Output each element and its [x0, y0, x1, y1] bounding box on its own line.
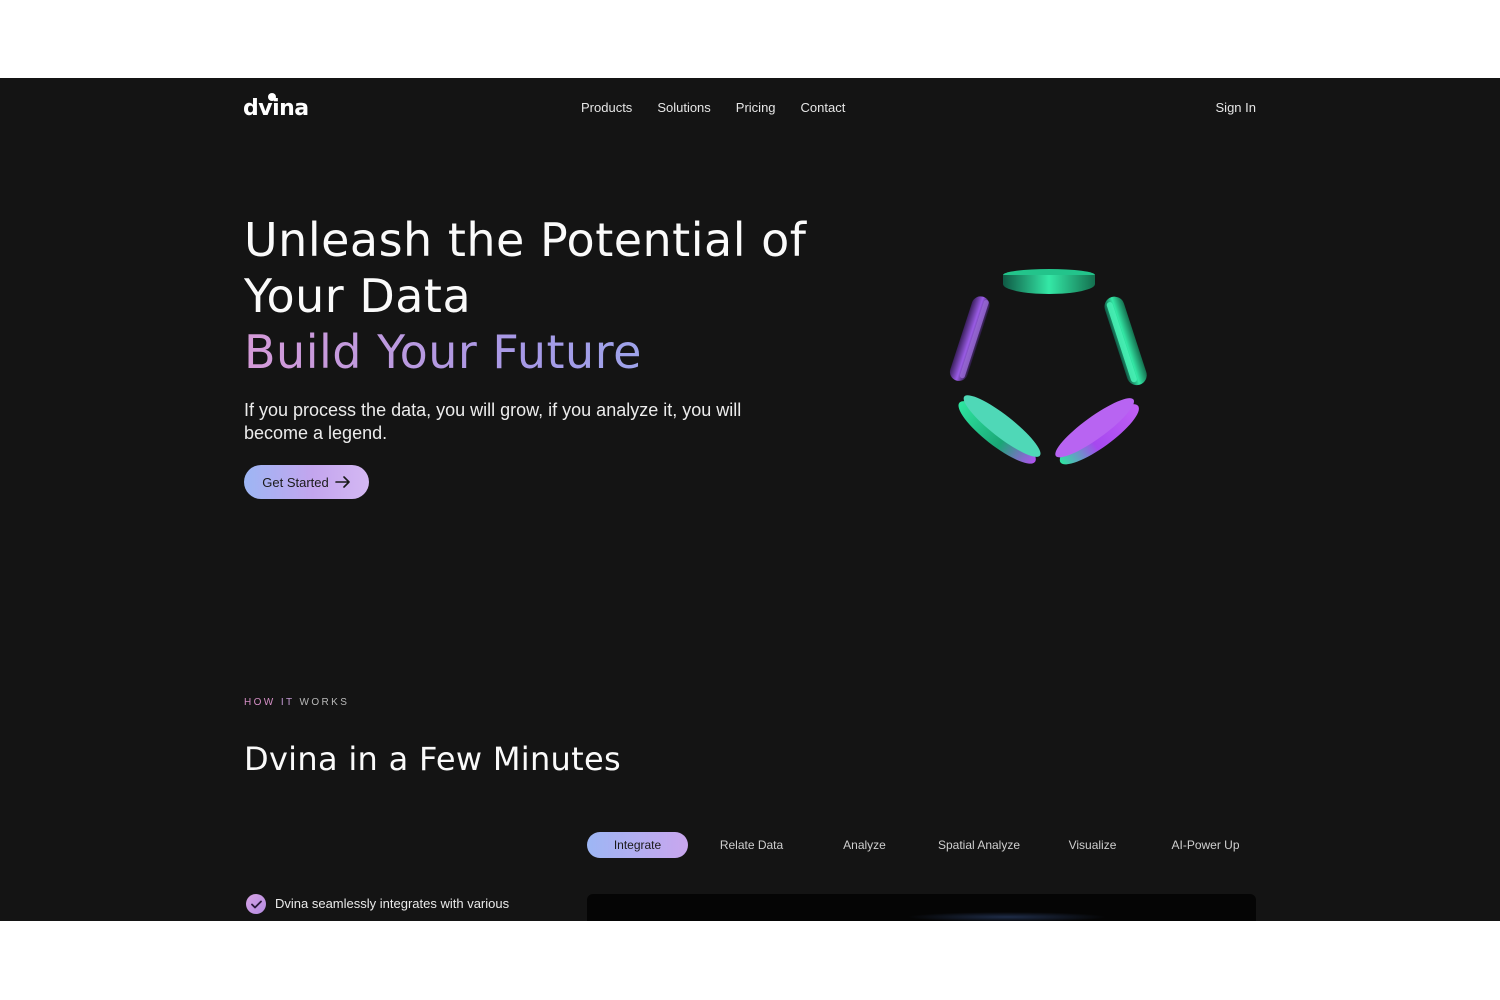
feature-item: Dvina seamlessly integrates with various — [246, 894, 545, 914]
section-title: Dvina in a Few Minutes — [244, 740, 621, 778]
sign-in-link[interactable]: Sign In — [1216, 100, 1256, 115]
eyebrow-word-works: WORKS — [299, 697, 350, 708]
hero-title-line-1: Unleash the Potential of — [244, 213, 807, 267]
ring-top — [1003, 269, 1095, 294]
get-started-label: Get Started — [262, 474, 329, 490]
tab-integrate[interactable]: Integrate — [587, 832, 688, 858]
tab-analyze[interactable]: Analyze — [814, 832, 915, 858]
nav-solutions[interactable]: Solutions — [657, 100, 710, 115]
ring-left — [949, 296, 990, 381]
ring-bottom-left — [958, 395, 1041, 464]
check-icon — [246, 894, 266, 914]
feature-text: Dvina seamlessly integrates with various — [275, 896, 510, 911]
main-nav: Products Solutions Pricing Contact — [581, 100, 845, 115]
arrow-right-icon — [334, 476, 350, 488]
bottom-margin — [0, 921, 1500, 1000]
hero-rings-illustration — [949, 269, 1147, 465]
nav-contact[interactable]: Contact — [801, 100, 846, 115]
tab-ai-power-up[interactable]: AI-Power Up — [1155, 832, 1256, 858]
logo[interactable]: dvina — [243, 96, 309, 121]
eyebrow-word-it: IT — [280, 697, 295, 708]
hero-subtitle: If you process the data, you will grow, … — [244, 400, 742, 443]
get-started-button[interactable]: Get Started — [244, 465, 369, 499]
tab-spatial-analyze[interactable]: Spatial Analyze — [924, 832, 1034, 858]
ring-bottom-right — [1055, 398, 1139, 465]
page-frame — [0, 78, 1500, 921]
how-it-works-eyebrow: HOW IT WORKS — [244, 697, 349, 708]
hero-title-accent: Build Your Future — [244, 324, 864, 380]
feature-tabs: Integrate Relate Data Analyze Spatial An… — [587, 832, 1257, 858]
nav-products[interactable]: Products — [581, 100, 632, 115]
nav-pricing[interactable]: Pricing — [736, 100, 776, 115]
tab-visualize[interactable]: Visualize — [1042, 832, 1143, 858]
tab-relate-data[interactable]: Relate Data — [701, 832, 802, 858]
ring-right — [1104, 296, 1147, 386]
hero-title-line-2: Your Data — [244, 269, 472, 323]
eyebrow-word-how: HOW — [244, 697, 276, 708]
hero-title: Unleash the Potential of Your Data Build… — [244, 212, 864, 380]
